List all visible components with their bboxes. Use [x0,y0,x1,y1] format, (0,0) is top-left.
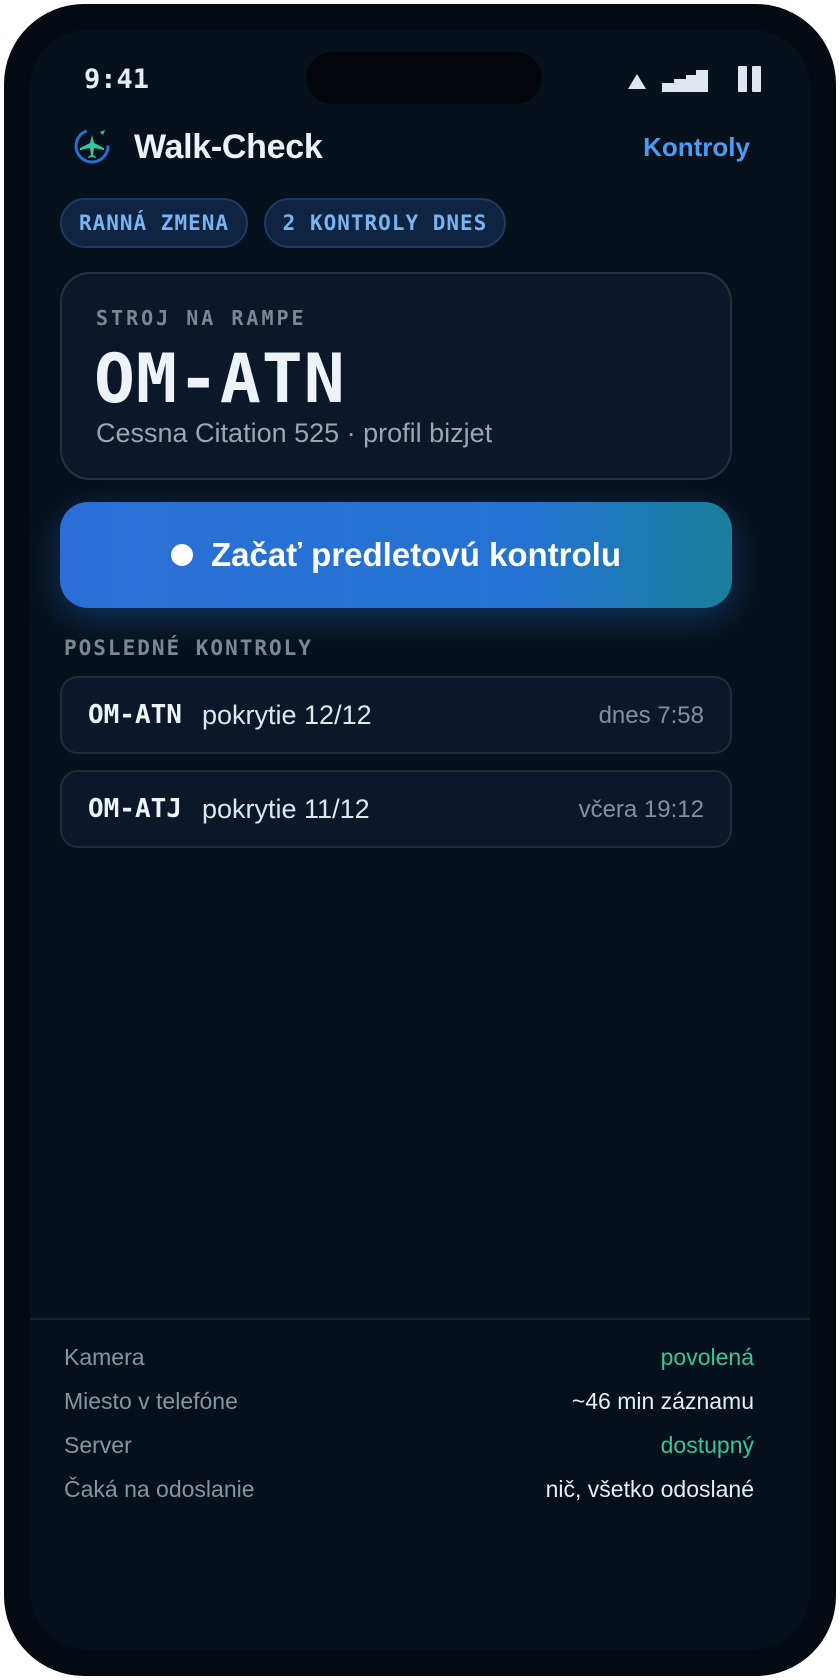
app-title: Walk-Check [134,128,323,166]
aircraft-registration: OM-ATN [94,340,346,419]
status-time: 9:41 [84,64,150,95]
list-item-time: včera 19:12 [578,796,704,823]
list-item-time: dnes 7:58 [598,702,704,729]
upload-queue-row: Čaká na odoslanie nič, všetko odoslané [64,1476,754,1510]
camera-status-row: Kamera povolená [64,1344,754,1378]
dynamic-island [306,52,542,104]
storage-status-row: Miesto v telefóne ~46 min záznamu [64,1388,754,1422]
list-item[interactable]: OM-ATJ pokrytie 11/12 včera 19:12 [60,770,732,848]
app-screen: 9:41 Walk-Check Kontroly RANNÁ ZMENA 2 K… [30,30,810,1650]
upload-queue-value: nič, všetko odoslané [545,1476,754,1502]
start-check-label: Začať predletovú kontrolu [210,536,622,573]
list-item-coverage: pokrytie 11/12 [202,794,370,824]
storage-label: Miesto v telefóne [64,1388,238,1414]
start-check-button[interactable]: Začať predletovú kontrolu [60,502,732,608]
shift-chip: RANNÁ ZMENA [60,198,248,248]
storage-value: ~46 min záznamu [571,1388,754,1414]
phone-frame: 9:41 Walk-Check Kontroly RANNÁ ZMENA 2 K… [4,4,836,1676]
device-status-footer: Kamera povolená Miesto v telefóne ~46 mi… [30,1318,810,1650]
list-item-registration: OM-ATN [88,700,182,730]
server-value: dostupný [660,1432,754,1458]
record-dot-icon [170,544,193,566]
wifi-icon [628,74,646,89]
status-icons [628,66,768,96]
plane-logo-icon [74,128,110,164]
list-item[interactable]: OM-ATN pokrytie 12/12 dnes 7:58 [60,676,732,754]
signal-icon [662,70,710,92]
upload-queue-label: Čaká na odoslanie [64,1476,255,1502]
list-item-coverage: pokrytie 12/12 [202,700,372,730]
camera-label: Kamera [64,1344,145,1370]
checks-link[interactable]: Kontroly [643,132,750,163]
card-kicker: STROJ NA RAMPE [96,306,307,330]
recent-checks-title: POSLEDNÉ KONTROLY [64,636,313,660]
server-label: Server [64,1432,132,1458]
aircraft-card: STROJ NA RAMPE OM-ATN Cessna Citation 52… [60,272,732,480]
battery-icon [736,66,762,92]
checks-today-chip: 2 KONTROLY DNES [264,198,506,248]
list-item-registration: OM-ATJ [88,794,182,824]
camera-value: povolená [660,1344,754,1370]
aircraft-type: Cessna Citation 525 · profil bizjet [96,418,493,448]
server-status-row: Server dostupný [64,1432,754,1466]
